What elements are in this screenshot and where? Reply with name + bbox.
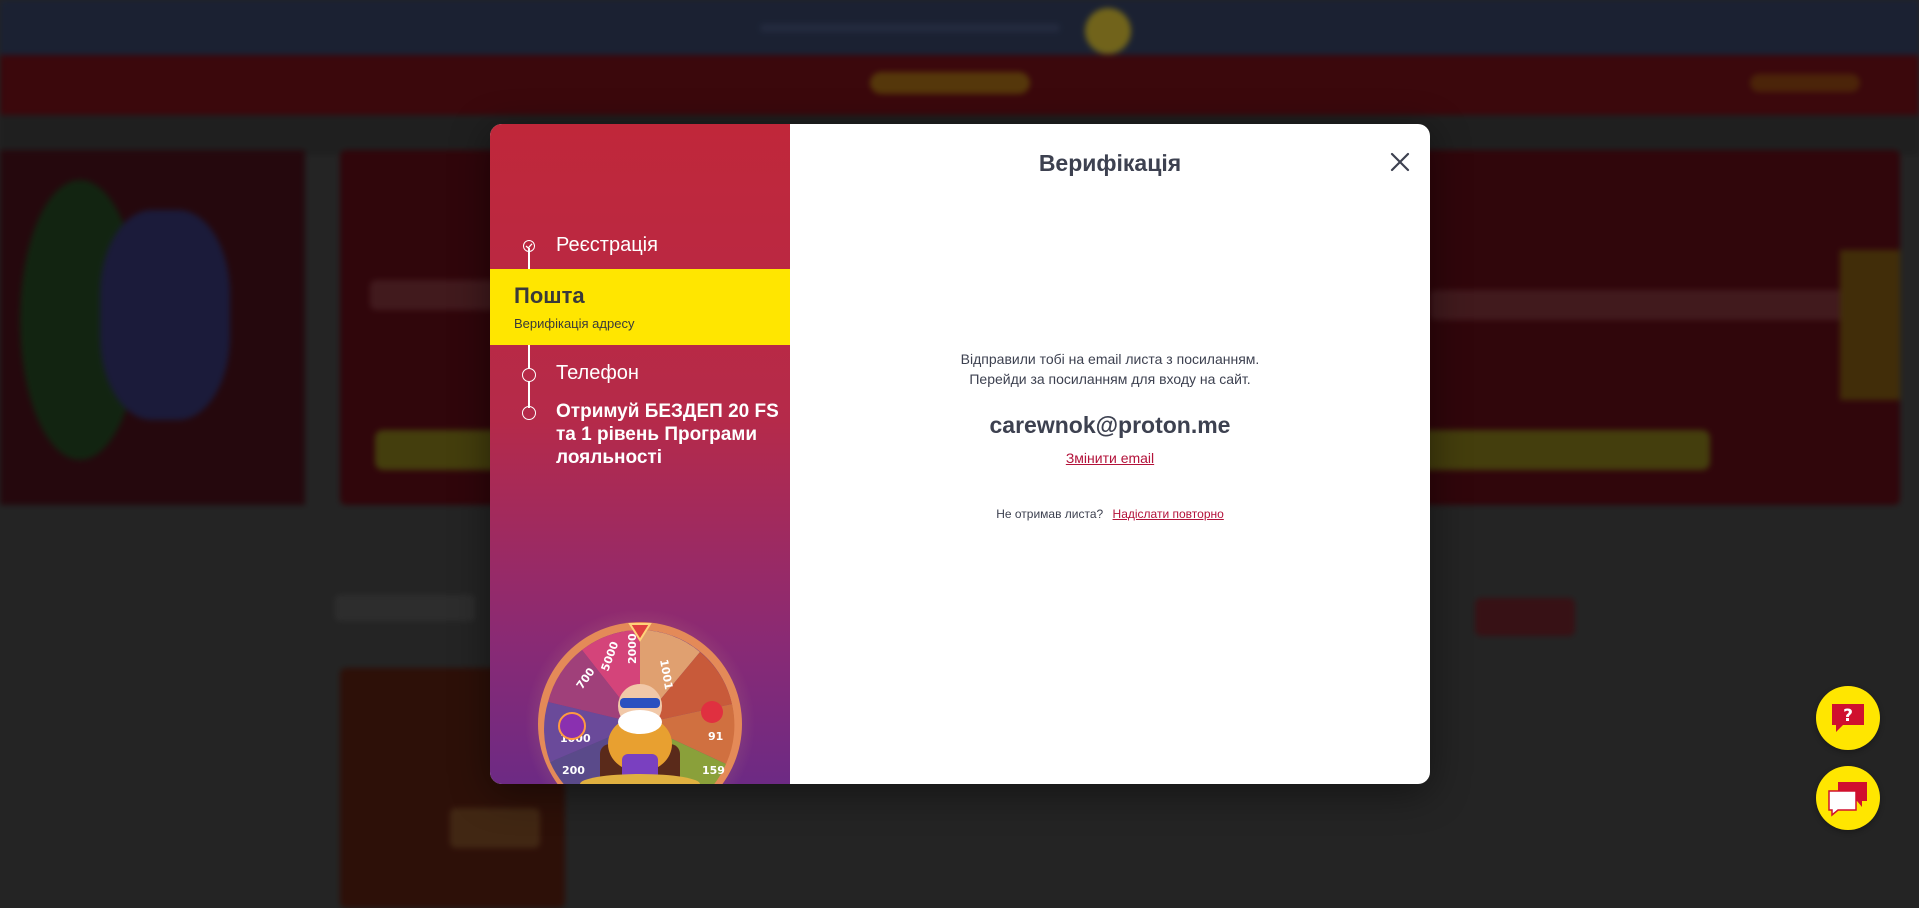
wheel-label: 200 [562, 764, 585, 777]
question-mark-icon: ? [1832, 704, 1864, 732]
step-circle-icon [522, 406, 536, 420]
step-sublabel: Верифікація адресу [514, 316, 635, 331]
message-line: Відправили тобі на email листа з посилан… [960, 351, 1260, 367]
step-phone: Телефон [490, 358, 790, 388]
step-email: Пошта Верифікація адресу [490, 269, 790, 345]
help-button[interactable]: ? [1816, 686, 1880, 750]
step-label: Телефон [556, 362, 639, 384]
resend-container: Не отримав листа? Надіслати повторно [790, 507, 1430, 521]
check-icon [523, 240, 535, 252]
instruction-message: Відправили тобі на email листа з посилан… [790, 349, 1430, 389]
step-label: Реєстрація [556, 234, 658, 256]
chat-bubble-icon [1828, 782, 1867, 817]
modal-title: Верифікація [1038, 150, 1182, 176]
change-email-container: Змінити email [790, 450, 1430, 466]
resend-link[interactable]: Надіслати повторно [1113, 507, 1224, 521]
close-button[interactable] [1388, 150, 1412, 174]
step-label: Отримуй БЕЗДЕП 20 FS та 1 рівень Програм… [556, 401, 779, 468]
not-received-text: Не отримав листа? [996, 507, 1104, 521]
wheel-label: 91 [708, 730, 723, 743]
chat-button[interactable] [1816, 766, 1880, 830]
fortune-wheel-illustration: 700 5000 2000 1001 1000 200 159 91 [490, 594, 790, 784]
step-label: Пошта [514, 283, 585, 308]
steps-panel: Реєстрація Пошта Верифікація адресу Теле… [490, 124, 790, 784]
wheel-label: 2000 [626, 633, 639, 664]
step-circle-icon [522, 368, 536, 382]
svg-text:?: ? [1843, 706, 1853, 726]
change-email-link[interactable]: Змінити email [1066, 450, 1154, 466]
verification-modal: Реєстрація Пошта Верифікація адресу Теле… [490, 124, 1430, 784]
step-registration: Реєстрація [490, 230, 790, 260]
message-line: Перейди за посиланням для входу на сайт. [969, 371, 1251, 387]
step-bonus: Отримуй БЕЗДЕП 20 FS та 1 рівень Програм… [490, 398, 790, 478]
email-address: carewnok@proton.me [989, 412, 1231, 438]
content-panel: Верифікація Відправили тобі на email лис… [790, 124, 1430, 784]
wheel-label: 159 [702, 764, 725, 777]
close-icon [1390, 152, 1410, 172]
